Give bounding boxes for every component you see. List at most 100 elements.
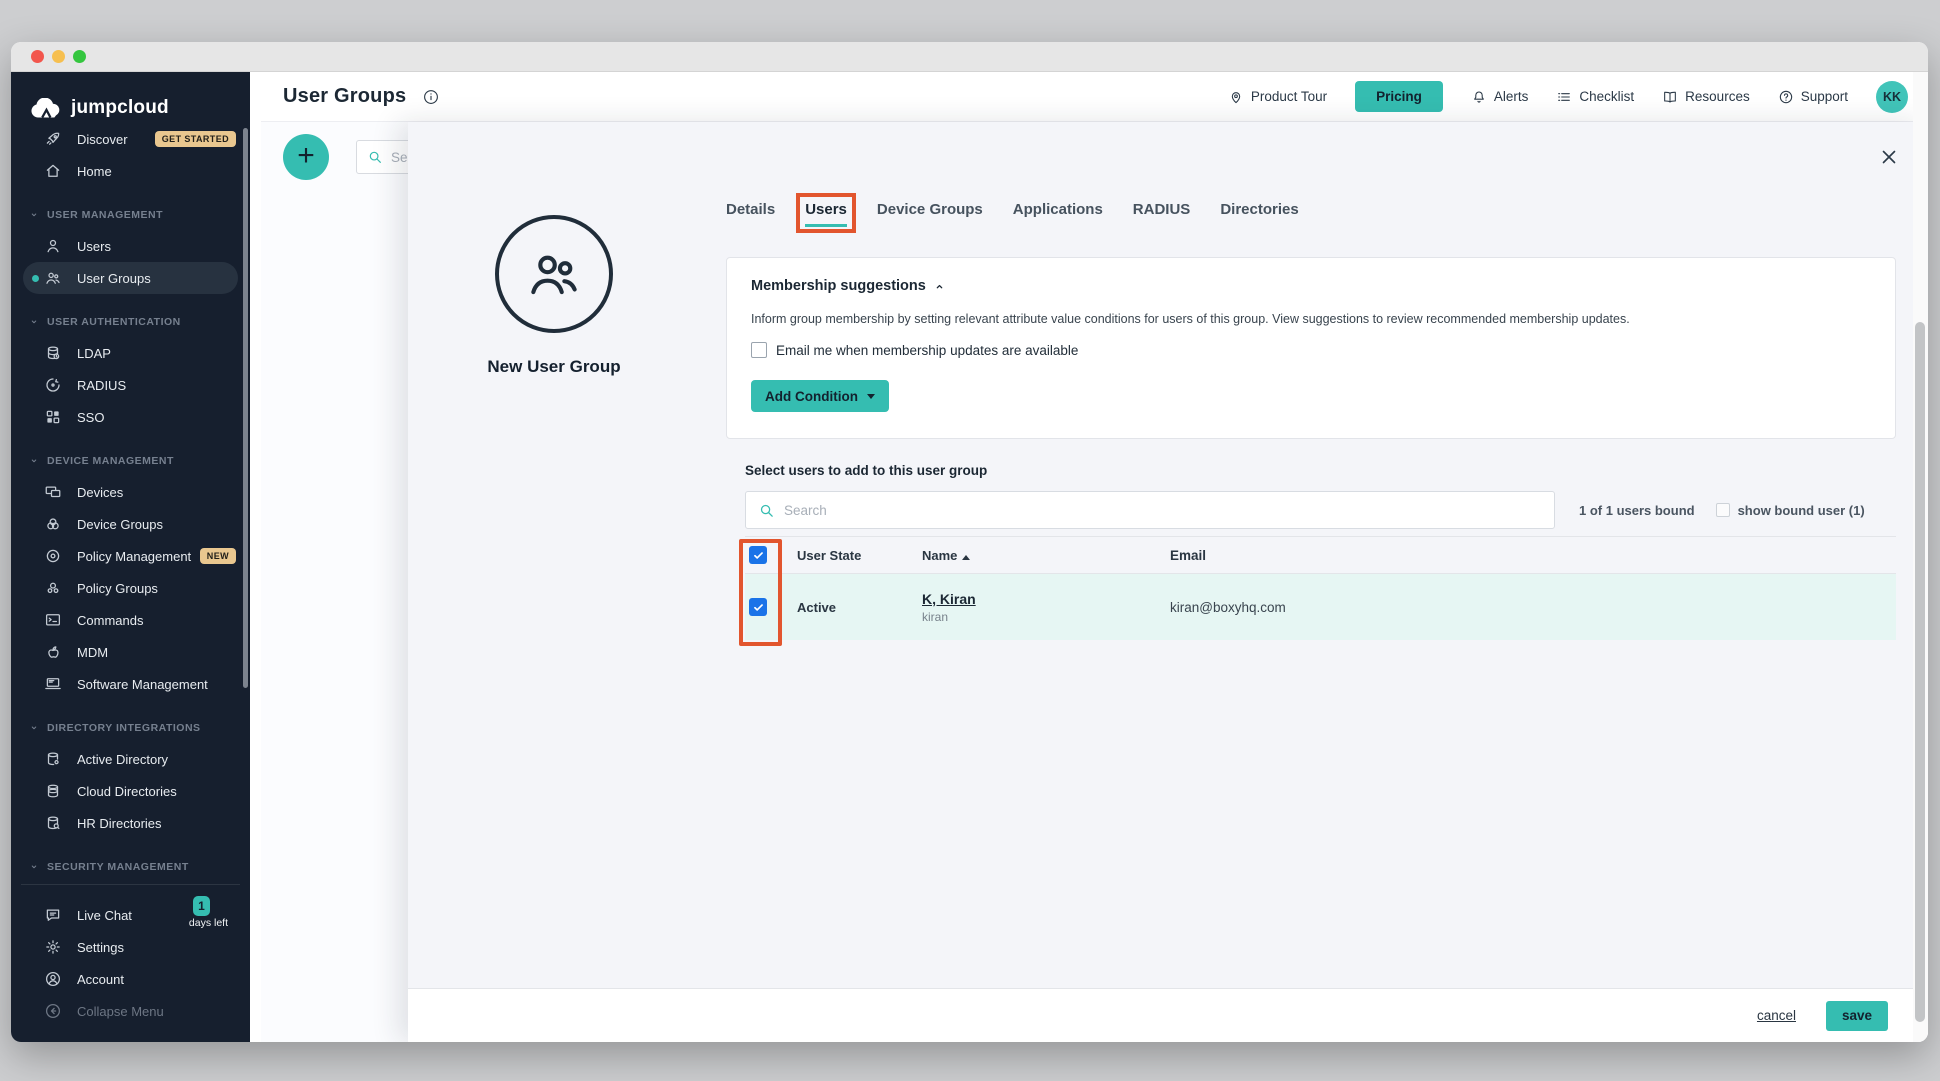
sidebar-scrollbar[interactable] xyxy=(243,128,248,688)
tab-applications[interactable]: Applications xyxy=(1013,201,1103,218)
check-icon xyxy=(752,549,765,562)
topnav-alerts[interactable]: Alerts xyxy=(1471,89,1529,105)
sidebar-section-user-management[interactable]: USER MANAGEMENT xyxy=(11,200,250,230)
sidebar-item-commands[interactable]: Commands xyxy=(11,604,250,636)
membership-suggestions-toggle[interactable]: Membership suggestions xyxy=(751,278,947,294)
tab-device-groups[interactable]: Device Groups xyxy=(877,201,983,218)
info-icon[interactable] xyxy=(422,88,440,106)
sidebar-item-cloud-directories[interactable]: Cloud Directories xyxy=(11,775,250,807)
sidebar-item-label: Live Chat xyxy=(77,908,132,923)
page-title: User Groups xyxy=(283,85,406,108)
avatar[interactable]: KK xyxy=(1876,81,1908,113)
sidebar-section-security-management[interactable]: SECURITY MANAGEMENT xyxy=(11,852,250,882)
window-zoom-button[interactable] xyxy=(73,50,86,63)
save-button[interactable]: save xyxy=(1826,1001,1888,1031)
window-scrollbar[interactable] xyxy=(1913,72,1928,1042)
cancel-button[interactable]: cancel xyxy=(1757,1008,1796,1023)
sidebar-item-hr-directories[interactable]: HR Directories xyxy=(11,807,250,839)
topnav-label: Pricing xyxy=(1376,89,1422,104)
email-updates-checkbox[interactable] xyxy=(751,342,767,358)
sidebar-item-discover[interactable]: DiscoverGET STARTED xyxy=(11,123,250,155)
sidebar-item-home[interactable]: Home xyxy=(11,155,250,187)
sidebar-item-live-chat[interactable]: Live Chat1 days left xyxy=(11,899,250,931)
sidebar-item-mdm[interactable]: MDM xyxy=(11,636,250,668)
devices-icon xyxy=(44,483,62,501)
tab-radius[interactable]: RADIUS xyxy=(1133,201,1191,218)
sidebar-item-user-groups[interactable]: User Groups xyxy=(23,262,238,294)
users-search-input[interactable] xyxy=(784,503,1384,518)
users-table-header: User StateNameEmail xyxy=(745,536,1896,574)
tab-details[interactable]: Details xyxy=(726,201,775,218)
sidebar-item-sso[interactable]: SSO xyxy=(11,401,250,433)
tab-users[interactable]: Users xyxy=(805,201,847,218)
add-user-group-button[interactable]: + xyxy=(283,134,329,180)
sidebar-item-software-management[interactable]: Software Management xyxy=(11,668,250,700)
select-all-checkbox[interactable] xyxy=(749,546,767,564)
sidebar-item-label: Account xyxy=(77,972,124,987)
topnav-resources[interactable]: Resources xyxy=(1662,89,1750,105)
window-scrollbar-thumb[interactable] xyxy=(1915,322,1925,1022)
user-group-avatar-icon xyxy=(523,243,585,305)
sidebar-section-device-management[interactable]: DEVICE MANAGEMENT xyxy=(11,446,250,476)
topnav-label: Alerts xyxy=(1494,89,1529,104)
sidebar-item-collapse-menu[interactable]: Collapse Menu xyxy=(11,995,250,1027)
sidebar-item-radius[interactable]: RADIUS xyxy=(11,369,250,401)
sidebar-item-policy-management[interactable]: Policy ManagementNEW xyxy=(11,540,250,572)
search-icon xyxy=(367,149,383,165)
user-icon xyxy=(44,237,62,255)
user-group-icon xyxy=(44,269,62,287)
row-checkbox[interactable] xyxy=(749,598,767,616)
pricing-button[interactable]: Pricing xyxy=(1355,81,1443,112)
sidebar-item-device-groups[interactable]: Device Groups xyxy=(11,508,250,540)
sidebar-item-label: Users xyxy=(77,239,111,254)
sidebar-item-label: MDM xyxy=(77,645,108,660)
sidebar-item-users[interactable]: Users xyxy=(11,230,250,262)
topnav-support[interactable]: Support xyxy=(1778,89,1848,105)
sidebar-item-label: Home xyxy=(77,164,112,179)
chevron-up-icon xyxy=(932,279,947,294)
column-header-name[interactable]: Name xyxy=(922,548,1170,563)
product-tour-icon xyxy=(1228,89,1244,105)
target-icon xyxy=(44,547,62,565)
sidebar-item-label: Discover xyxy=(77,132,128,147)
users-search-row: 1 of 1 users bound show bound user (1) xyxy=(745,491,1896,529)
user-groups-list-panel: + xyxy=(261,122,419,1042)
close-icon[interactable] xyxy=(1878,146,1900,168)
user-name-cell: K, Kirankiran xyxy=(922,591,1170,624)
bell-icon xyxy=(1471,89,1487,105)
sidebar-section-directory-integrations[interactable]: DIRECTORY INTEGRATIONS xyxy=(11,713,250,743)
sidebar-item-label: RADIUS xyxy=(77,378,126,393)
policy-group-icon xyxy=(44,579,62,597)
sidebar-item-active-directory[interactable]: Active Directory xyxy=(11,743,250,775)
users-bound-summary: 1 of 1 users bound xyxy=(1579,503,1695,518)
add-condition-button[interactable]: Add Condition xyxy=(751,380,889,412)
grid-icon xyxy=(44,408,62,426)
sidebar-item-ldap[interactable]: LDAP xyxy=(11,337,250,369)
sidebar-section-user-authentication[interactable]: USER AUTHENTICATION xyxy=(11,307,250,337)
show-bound-user-label: show bound user (1) xyxy=(1738,503,1865,518)
topnav-label: Product Tour xyxy=(1251,89,1327,104)
new-user-group-drawer: New User Group Details Users Device Groups… xyxy=(408,122,1928,1042)
laptop-icon xyxy=(44,675,62,693)
topnav-checklist[interactable]: Checklist xyxy=(1556,89,1634,105)
window-titlebar xyxy=(11,42,1928,72)
drawer-title: New User Group xyxy=(434,357,674,377)
show-bound-user-checkbox[interactable] xyxy=(1716,503,1730,517)
device-group-icon xyxy=(44,515,62,533)
users-table: User StateNameEmailActiveK, Kirankiranki… xyxy=(745,536,1896,640)
tab-directories[interactable]: Directories xyxy=(1220,201,1298,218)
window-close-button[interactable] xyxy=(31,50,44,63)
jumpcloud-cloud-icon xyxy=(30,98,62,119)
sidebar-item-devices[interactable]: Devices xyxy=(11,476,250,508)
chevron-down-icon xyxy=(28,861,40,873)
sidebar-item-label: Devices xyxy=(77,485,123,500)
sidebar-item-settings[interactable]: Settings xyxy=(11,931,250,963)
window-minimize-button[interactable] xyxy=(52,50,65,63)
help-icon xyxy=(1778,89,1794,105)
sidebar-item-policy-groups[interactable]: Policy Groups xyxy=(11,572,250,604)
user-name-link[interactable]: K, Kiran xyxy=(922,591,1170,607)
topnav-label: Support xyxy=(1801,89,1848,104)
table-row[interactable]: ActiveK, Kirankirankiran@boxyhq.com xyxy=(745,574,1896,640)
sidebar-item-account[interactable]: Account xyxy=(11,963,250,995)
topnav-product-tour[interactable]: Product Tour xyxy=(1228,89,1327,105)
